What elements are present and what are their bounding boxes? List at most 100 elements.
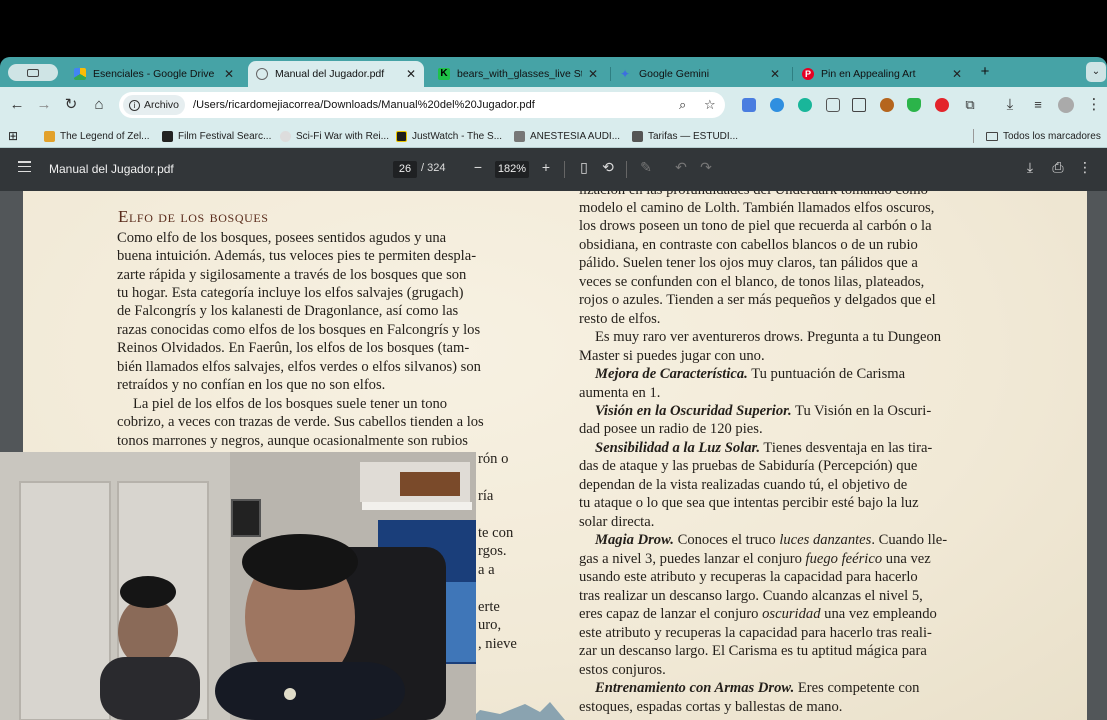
text-run: gas a nivel 3, puedes lanzar el conjuro bbox=[579, 551, 806, 567]
trait-title: Visión en la Oscuridad Superior. bbox=[595, 403, 792, 419]
home-icon[interactable]: ⌂ bbox=[90, 96, 108, 114]
spell-name: fuego feérico bbox=[805, 551, 883, 567]
sync-extension-icon[interactable] bbox=[770, 98, 784, 112]
trait-magia: Magia Drow. Conoces el truco luces danza… bbox=[595, 532, 947, 549]
toolbar-divider bbox=[626, 161, 627, 178]
right-text-line: lización en las profundidades del Underd… bbox=[579, 191, 928, 199]
address-bar[interactable]: i Archivo /Users/ricardomejiacorrea/Downl… bbox=[119, 92, 725, 118]
tab-google-drive[interactable]: Esenciales - Google Drive ✕ bbox=[66, 61, 242, 87]
right-text-line: usando este atributo y recuperas la capa… bbox=[579, 569, 918, 585]
annotate-icon[interactable]: ✎ bbox=[637, 159, 655, 176]
trait-text: Tienes desventaja en las tira- bbox=[760, 440, 933, 456]
right-text-line: das de ataque y las pruebas de Sabiduría… bbox=[579, 458, 918, 474]
undo-icon[interactable]: ↶ bbox=[672, 159, 690, 176]
stop-extension-icon[interactable] bbox=[935, 98, 949, 112]
tab-pinterest[interactable]: P Pin en Appealing Art ✕ bbox=[794, 61, 970, 87]
left-text-fragment: erte bbox=[478, 599, 500, 615]
bookmark-label: Tarifas — ESTUDI... bbox=[648, 130, 739, 142]
tab-label: Google Gemini bbox=[639, 68, 710, 80]
close-tab-icon[interactable]: ✕ bbox=[588, 67, 598, 81]
zoom-in-icon[interactable]: + bbox=[537, 159, 555, 175]
right-text-line: solar directa. bbox=[579, 514, 655, 530]
bookmark-item[interactable]: Film Festival Searc... bbox=[162, 128, 274, 144]
right-text-line: dependan de la vista realizadas cuando t… bbox=[579, 477, 908, 493]
gemini-icon: ✦ bbox=[620, 67, 631, 81]
download-icon[interactable]: ⤓ bbox=[1001, 96, 1019, 114]
left-text-line: zarte rápida y sigilosamente a través de… bbox=[117, 267, 467, 283]
bookmark-label: Sci-Fi War with Rei... bbox=[296, 130, 389, 142]
tab-manual-pdf[interactable]: Manual del Jugador.pdf ✕ bbox=[248, 61, 424, 87]
apps-grid-icon[interactable]: ⊞ bbox=[8, 128, 18, 144]
fit-page-icon[interactable]: ▯ bbox=[575, 159, 593, 176]
zoom-input[interactable]: 182% bbox=[495, 161, 529, 178]
forward-arrow-icon[interactable]: → bbox=[35, 96, 53, 114]
site-info-chip[interactable]: i Archivo bbox=[123, 95, 186, 115]
reading-list-icon[interactable]: ≡ bbox=[1029, 96, 1047, 114]
left-text-line: de Falcongrís y los kalanesti de Dragonl… bbox=[117, 303, 459, 319]
bookmark-item[interactable]: Tarifas — ESTUDI... bbox=[632, 128, 757, 144]
trait-text: . Cuando lle- bbox=[871, 532, 948, 548]
film-icon bbox=[162, 130, 173, 142]
zoom-icon[interactable]: ⌕ bbox=[679, 97, 686, 113]
bookmark-item[interactable]: Sci-Fi War with Rei... bbox=[280, 128, 389, 144]
left-text-line: cobrizo, a veces con trazas de verde. Su… bbox=[117, 414, 484, 430]
tab-separator bbox=[792, 67, 793, 81]
frame-extension-icon[interactable] bbox=[826, 98, 840, 112]
tab-separator bbox=[610, 67, 611, 81]
trait-text: Eres competente con bbox=[794, 680, 920, 696]
trait-mejora: Mejora de Característica. Tu puntuación … bbox=[595, 366, 905, 383]
tab-search-button[interactable] bbox=[8, 64, 58, 81]
trait-text: Tu Visión en la Oscuri- bbox=[791, 403, 932, 419]
new-tab-button[interactable]: + bbox=[977, 63, 993, 81]
bookmark-item[interactable]: The Legend of Zel... bbox=[44, 128, 154, 144]
bookmark-item[interactable]: ANESTESIA AUDI... bbox=[514, 128, 624, 144]
right-text-line: este atributo y recuperas la capacidad p… bbox=[579, 625, 932, 641]
spell-name: oscuridad bbox=[762, 606, 821, 622]
navigation-toolbar: ← → ↻ ⌂ i Archivo /Users/ricardomejiacorr… bbox=[0, 87, 1107, 123]
reload-icon[interactable]: ↻ bbox=[62, 96, 80, 114]
google-drive-icon bbox=[74, 68, 86, 80]
rotate-icon[interactable]: ⟲ bbox=[599, 159, 617, 176]
zoom-out-icon[interactable]: − bbox=[469, 159, 487, 175]
trait-text: Tu puntuación de Carisma bbox=[747, 366, 906, 382]
tab-kick-stream[interactable]: K bears_with_glasses_live Stre ✕ bbox=[430, 61, 606, 87]
cast-icon[interactable] bbox=[852, 98, 866, 112]
menu-icon[interactable] bbox=[18, 161, 31, 174]
triforce-icon bbox=[44, 130, 55, 142]
text-run: eres capaz de lanzar el conjuro bbox=[579, 606, 763, 622]
right-text-line: gas a nivel 3, puedes lanzar el conjuro … bbox=[579, 551, 931, 568]
bookmark-label: ANESTESIA AUDI... bbox=[530, 130, 621, 142]
pdf-title: Manual del Jugador.pdf bbox=[49, 162, 174, 176]
download-icon[interactable]: ⤓ bbox=[1021, 159, 1039, 176]
page-number-input[interactable]: 26 bbox=[393, 161, 417, 178]
close-tab-icon[interactable]: ✕ bbox=[224, 67, 234, 81]
left-text-fragment: te con bbox=[478, 525, 514, 541]
print-icon[interactable]: ⎙ bbox=[1049, 159, 1067, 176]
more-vertical-icon[interactable]: ⋮ bbox=[1085, 96, 1103, 114]
close-tab-icon[interactable]: ✕ bbox=[406, 67, 416, 81]
bookmark-label: JustWatch - The S... bbox=[412, 130, 503, 142]
all-bookmarks-folder[interactable]: Todos los marcadores bbox=[986, 128, 1101, 144]
redo-icon[interactable]: ↷ bbox=[697, 159, 715, 176]
back-arrow-icon[interactable]: ← bbox=[8, 96, 26, 114]
wave-extension-icon[interactable] bbox=[798, 98, 812, 112]
bookmark-star-icon[interactable]: ☆ bbox=[704, 97, 716, 113]
close-tab-icon[interactable]: ✕ bbox=[952, 67, 962, 81]
more-vertical-icon[interactable]: ⋮ bbox=[1076, 159, 1094, 176]
info-icon: i bbox=[129, 99, 140, 111]
shield-extension-icon[interactable] bbox=[907, 98, 921, 112]
url-text[interactable]: /Users/ricardomejiacorrea/Downloads/Manu… bbox=[193, 99, 535, 111]
translate-extension-icon[interactable] bbox=[742, 98, 756, 112]
left-text-line: Como elfo de los bosques, posees sentido… bbox=[117, 230, 447, 246]
trait-text: Conoces el truco bbox=[673, 532, 780, 548]
tab-label: Manual del Jugador.pdf bbox=[275, 68, 385, 80]
bookmark-item[interactable]: JustWatch - The S... bbox=[396, 128, 504, 144]
cookie-extension-icon[interactable] bbox=[880, 98, 894, 112]
trait-title: Magia Drow. bbox=[595, 532, 674, 548]
close-tab-icon[interactable]: ✕ bbox=[770, 67, 780, 81]
tab-google-gemini[interactable]: ✦ Google Gemini ✕ bbox=[612, 61, 788, 87]
puzzle-extensions-icon[interactable]: ⧉ bbox=[961, 96, 979, 114]
tab-list-button[interactable]: ⌄ bbox=[1086, 62, 1106, 82]
profile-avatar[interactable] bbox=[1058, 97, 1074, 113]
left-text-line: buena intuición. Además, tus veloces pie… bbox=[117, 248, 477, 264]
